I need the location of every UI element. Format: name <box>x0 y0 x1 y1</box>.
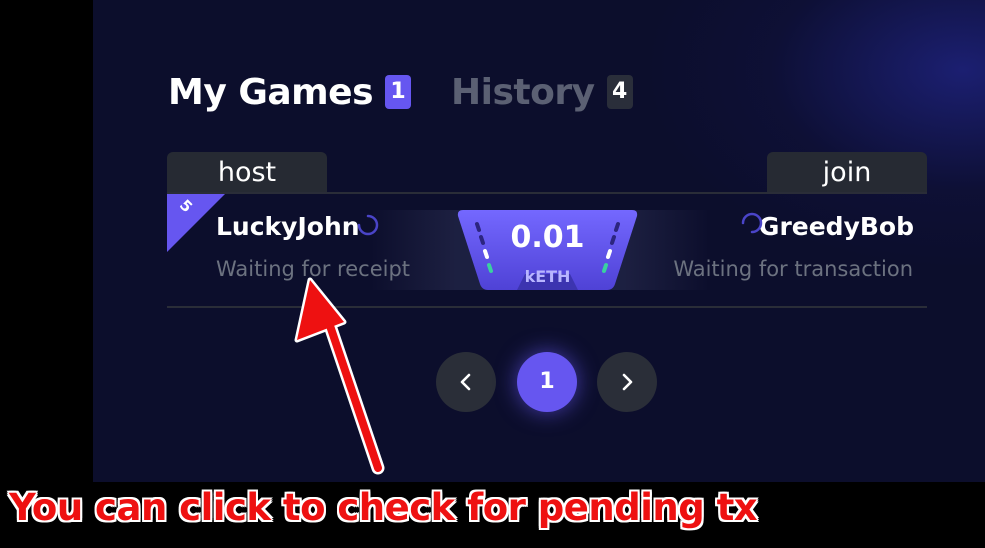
annotation-caption: You can click to check for pending tx <box>9 486 758 529</box>
annotation-arrow-icon <box>294 277 385 475</box>
